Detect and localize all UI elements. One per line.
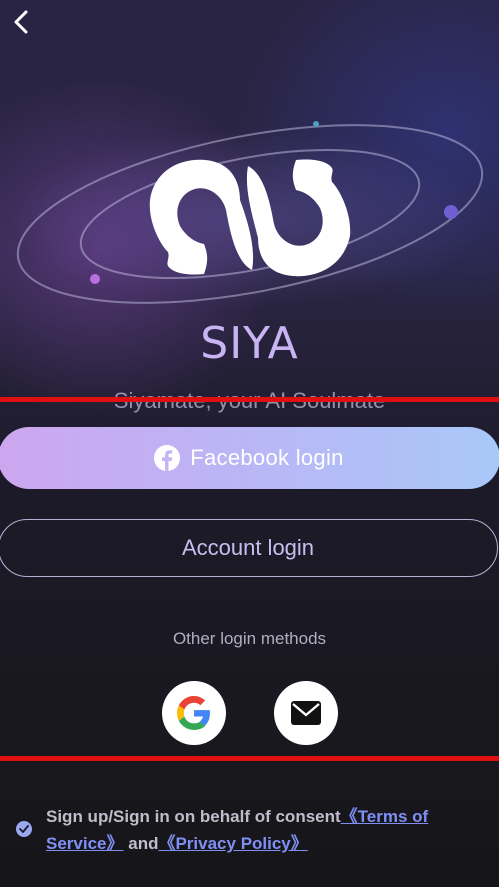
check-icon[interactable]: [16, 821, 32, 837]
consent-and: and: [128, 834, 159, 853]
consent-notice: Sign up/Sign in on behalf of consent《Ter…: [16, 803, 486, 857]
google-icon: [177, 696, 210, 730]
facebook-icon: [154, 445, 181, 471]
facebook-login-button[interactable]: Facebook login: [0, 427, 499, 489]
annotation-line-bottom: [0, 756, 499, 761]
annotation-line-top: [0, 397, 499, 402]
app-title: SIYA: [200, 318, 299, 369]
consent-text: Sign up/Sign in on behalf of consent《Ter…: [46, 803, 486, 857]
google-login-button[interactable]: [162, 681, 226, 745]
consent-prefix: Sign up/Sign in on behalf of consent: [46, 807, 341, 826]
facebook-login-label: Facebook login: [190, 445, 344, 470]
account-login-button[interactable]: Account login: [0, 519, 498, 577]
email-login-button[interactable]: [274, 681, 338, 745]
account-login-label: Account login: [181, 535, 315, 560]
envelope-icon: [291, 701, 321, 725]
other-login-methods-label: Other login methods: [172, 629, 327, 648]
privacy-policy-link[interactable]: 《Privacy Policy》: [158, 834, 307, 853]
siya-faces-logo: [10, 121, 490, 308]
